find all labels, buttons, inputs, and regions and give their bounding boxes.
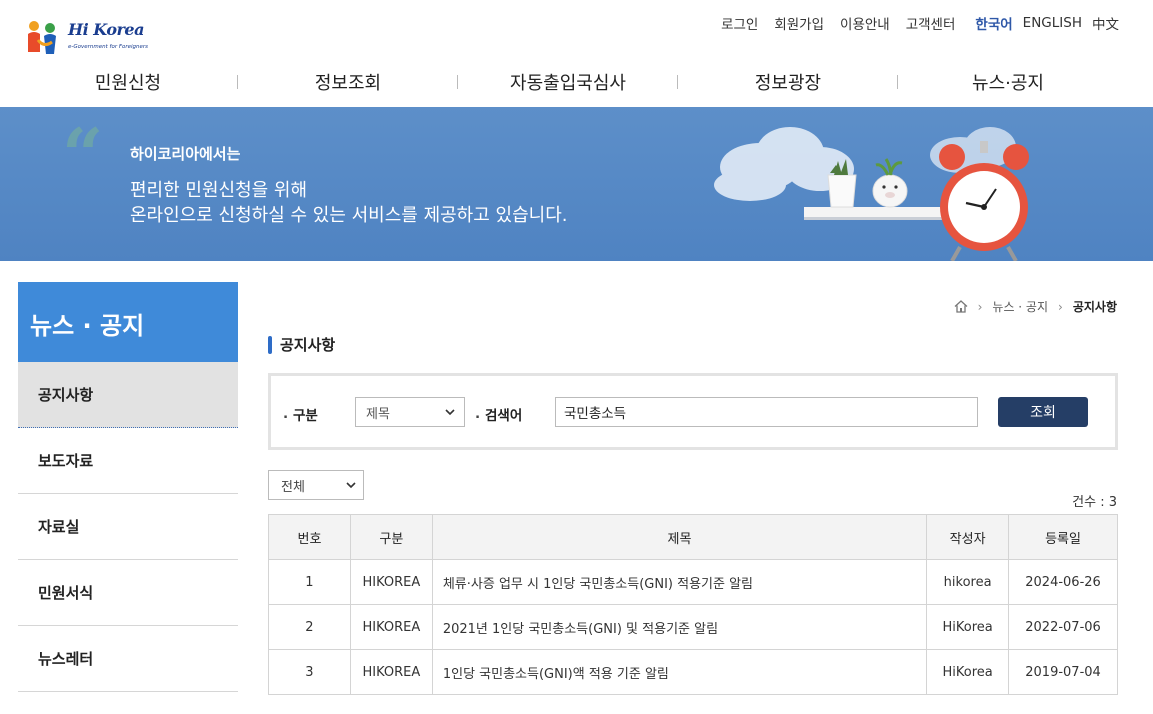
cell-date: 2019-07-04 xyxy=(1008,649,1118,695)
table-row[interactable]: 3 HIKOREA 1인당 국민총소득(GNI)액 적용 기준 알림 HiKor… xyxy=(268,649,1118,695)
result-count: 건수 : 3 xyxy=(1072,495,1117,510)
hero-banner: “ 하이코리아에서는 편리한 민원신청을 위해 온라인으로 신청하실 수 있는 … xyxy=(0,107,1153,261)
hikorea-logo-mark-icon xyxy=(28,21,56,54)
col-header-author: 작성자 xyxy=(926,514,1010,560)
type-filter-select[interactable]: 전체 xyxy=(268,470,364,500)
customer-center-link[interactable]: 고객센터 xyxy=(906,13,956,33)
logo-subtext: e-Government for Foreigners xyxy=(68,44,149,50)
table-row[interactable]: 2 HIKOREA 2021년 1인당 국민총소득(GNI) 및 적용기준 알림… xyxy=(268,604,1118,650)
lang-korean[interactable]: 한국어 xyxy=(975,13,1012,33)
main-nav: 민원신청 정보조회 자동출입국심사 정보광장 뉴스·공지 xyxy=(18,58,1118,106)
col-header-number: 번호 xyxy=(268,514,351,560)
logo-text: Hi Korea xyxy=(68,20,144,39)
cell-number: 1 xyxy=(268,559,351,605)
nav-item-news[interactable]: 뉴스·공지 xyxy=(898,58,1118,106)
sidebar: 뉴스 · 공지 공지사항 보도자료 자료실 민원서식 뉴스레터 xyxy=(18,282,238,692)
chevron-down-icon xyxy=(445,409,455,416)
cell-author: HiKorea xyxy=(926,649,1010,695)
nav-item-application[interactable]: 민원신청 xyxy=(18,58,238,106)
search-button[interactable]: 조회 xyxy=(998,397,1088,427)
lang-chinese[interactable]: 中文 xyxy=(1092,13,1119,33)
cell-date: 2022-07-06 xyxy=(1008,604,1118,650)
sidebar-item-archive[interactable]: 자료실 xyxy=(18,494,238,560)
lang-english[interactable]: ENGLISH xyxy=(1023,15,1082,31)
banner-illustration xyxy=(714,127,1029,261)
search-panel: 구분 제목 검색어 조회 xyxy=(268,373,1118,450)
col-header-category: 구분 xyxy=(349,514,433,560)
banner-text-line2: 온라인으로 신청하실 수 있는 서비스를 제공하고 있습니다. xyxy=(130,205,568,226)
sidebar-item-press[interactable]: 보도자료 xyxy=(18,428,238,494)
chevron-down-icon xyxy=(346,482,356,489)
banner-subtitle: 하이코리아에서는 xyxy=(130,145,241,163)
page-title-text: 공지사항 xyxy=(280,336,336,354)
sidebar-item-forms[interactable]: 민원서식 xyxy=(18,560,238,626)
category-select[interactable]: 제목 xyxy=(355,397,465,427)
hikorea-logo[interactable]: Hi Korea e-Government for Foreigners xyxy=(24,16,148,58)
cell-title-link[interactable]: 2021년 1인당 국민총소득(GNI) 및 적용기준 알림 xyxy=(431,604,928,650)
sidebar-title: 뉴스 · 공지 xyxy=(18,282,238,362)
category-label: 구분 xyxy=(283,404,318,424)
chevron-right-icon: › xyxy=(977,299,983,314)
quote-mark-icon: “ xyxy=(62,112,104,197)
guide-link[interactable]: 이용안내 xyxy=(840,13,890,33)
page-title: 공지사항 xyxy=(268,334,335,355)
nav-item-inquiry[interactable]: 정보조회 xyxy=(238,58,458,106)
title-bar-icon xyxy=(268,335,272,354)
breadcrumb: › 뉴스 · 공지 › 공지사항 xyxy=(954,298,1117,315)
chevron-right-icon: › xyxy=(1058,299,1063,314)
nav-item-smart-entry[interactable]: 자동출입국심사 xyxy=(458,58,678,106)
table-row[interactable]: 1 HIKOREA 체류·사증 업무 시 1인당 국민총소득(GNI) 적용기준… xyxy=(268,559,1118,605)
category-select-value: 제목 xyxy=(366,406,390,422)
cell-category: HIKOREA xyxy=(349,559,433,605)
nav-item-info-plaza[interactable]: 정보광장 xyxy=(678,58,898,106)
col-header-date: 등록일 xyxy=(1008,514,1118,560)
cell-number: 3 xyxy=(268,649,351,695)
table-header-row: 번호 구분 제목 작성자 등록일 xyxy=(268,514,1118,560)
sidebar-item-newsletter[interactable]: 뉴스레터 xyxy=(18,626,238,692)
login-link[interactable]: 로그인 xyxy=(721,13,758,33)
signup-link[interactable]: 회원가입 xyxy=(774,13,824,33)
cell-title-link[interactable]: 체류·사증 업무 시 1인당 국민총소득(GNI) 적용기준 알림 xyxy=(431,559,928,605)
cell-date: 2024-06-26 xyxy=(1008,559,1118,605)
cell-author: HiKorea xyxy=(926,604,1010,650)
cell-category: HIKOREA xyxy=(349,604,433,650)
type-filter-value: 전체 xyxy=(281,479,305,495)
col-header-title: 제목 xyxy=(431,514,928,560)
keyword-label: 검색어 xyxy=(475,404,522,424)
breadcrumb-current: 공지사항 xyxy=(1072,300,1117,314)
site-header: Hi Korea e-Government for Foreigners 로그인… xyxy=(0,0,1153,107)
keyword-input[interactable] xyxy=(555,397,978,427)
home-icon[interactable] xyxy=(954,300,968,313)
sidebar-item-notice[interactable]: 공지사항 xyxy=(18,362,238,428)
notice-table: 번호 구분 제목 작성자 등록일 1 HIKOREA 체류·사증 업무 시 1인… xyxy=(268,514,1118,695)
breadcrumb-section[interactable]: 뉴스 · 공지 xyxy=(992,298,1048,315)
utility-menu: 로그인 회원가입 이용안내 고객센터 한국어 ENGLISH 中文 xyxy=(705,13,1119,33)
cell-number: 2 xyxy=(268,604,351,650)
pig-pot-icon xyxy=(872,158,908,208)
cell-author: hikorea xyxy=(926,559,1010,605)
cell-category: HIKOREA xyxy=(349,649,433,695)
cell-title-link[interactable]: 1인당 국민총소득(GNI)액 적용 기준 알림 xyxy=(431,649,928,695)
banner-text-line1: 편리한 민원신청을 위해 xyxy=(130,180,308,201)
